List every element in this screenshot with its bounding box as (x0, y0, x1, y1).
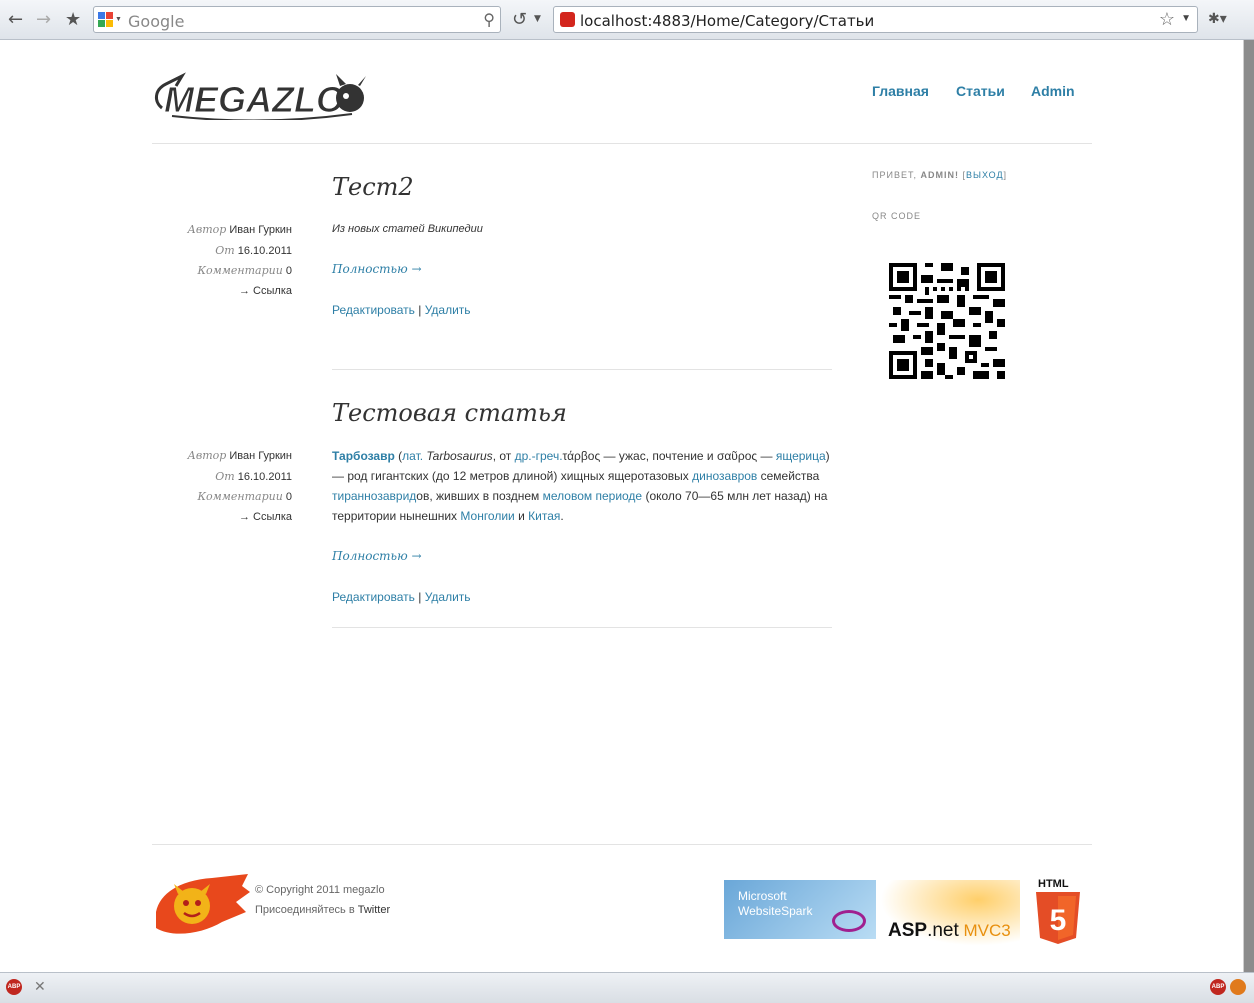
url-text: localhost:4883/Home/Category/Статьи (580, 12, 875, 30)
post-comments: Комментарии 0 (197, 490, 292, 503)
post-body: Тарбозавр (лат. Tarbosaurus, от др.-греч… (332, 449, 830, 523)
address-bar[interactable]: localhost:4883/Home/Category/Статьи ☆ ▼ (553, 6, 1198, 33)
post-excerpt: Из новых статей Википедии (332, 223, 483, 235)
read-more-link[interactable]: Полностью → (332, 549, 422, 563)
websitespark-badge[interactable]: Microsoft WebsiteSpark (724, 880, 876, 939)
post-actions: Редактировать | Удалить (332, 303, 471, 317)
star-icon[interactable]: ☆ (1159, 9, 1175, 30)
adblock-icon[interactable]: ABP (1210, 979, 1226, 995)
post-date: От 16.10.2011 (215, 244, 292, 257)
forward-arrow-icon[interactable]: → (36, 9, 51, 30)
engine-caret-icon[interactable]: ▼ (115, 16, 122, 23)
search-input[interactable]: ▼ Google ⚲ (93, 6, 501, 33)
post-divider (332, 369, 832, 370)
search-placeholder: Google (128, 12, 185, 31)
post-permalink[interactable]: → Ссылка (152, 511, 292, 523)
history-caret-icon[interactable]: ▼ (534, 14, 541, 24)
copyright-text: © Copyright 2011 megazlo (255, 884, 385, 896)
nav-articles[interactable]: Статьи (956, 83, 1005, 99)
menu-icon[interactable]: ✱▾ (1208, 11, 1227, 27)
post-title[interactable]: Тест2 (332, 173, 414, 201)
reload-icon[interactable]: ↺ (512, 9, 527, 30)
close-icon[interactable]: ✕ (34, 978, 46, 995)
greeting: ПРИВЕТ, ADMIN! [ВЫХОД] (872, 170, 1008, 180)
post-comments: Комментарии 0 (197, 264, 292, 277)
post-date: От 16.10.2011 (215, 470, 292, 483)
qr-heading: QR CODE (872, 211, 922, 221)
read-more-link[interactable]: Полностью → (332, 262, 422, 276)
qr-code-image (889, 263, 1005, 379)
browser-statusbar: ABP ✕ ABP (0, 972, 1254, 1003)
delete-link[interactable]: Удалить (425, 590, 471, 604)
bookmark-star-icon[interactable]: ★ (65, 9, 81, 30)
footer-mascot-logo (156, 874, 250, 934)
edit-link[interactable]: Редактировать (332, 590, 415, 604)
browser-toolbar: ← → ★ ▼ Google ⚲ ↺ ▼ localhost:4883/Home… (0, 0, 1254, 40)
search-icon[interactable]: ⚲ (483, 10, 495, 30)
nav-home[interactable]: Главная (872, 83, 929, 99)
edit-link[interactable]: Редактировать (332, 303, 415, 317)
html5-shield-icon: 5 (1036, 892, 1080, 944)
post-author: Автор Иван Гуркин (187, 223, 292, 236)
twitter-link[interactable]: Twitter (358, 904, 390, 916)
logout-link[interactable]: ВЫХОД (966, 170, 1004, 180)
footer-divider (152, 844, 1092, 845)
extension-icon[interactable] (1230, 979, 1246, 995)
swirl-icon (832, 910, 866, 932)
scrollbar[interactable] (1244, 40, 1254, 972)
html5-badge[interactable]: HTML 5 (1034, 878, 1084, 946)
site-logo[interactable]: MEGAZLO (152, 68, 370, 120)
adblock-icon[interactable]: ABP (6, 979, 22, 995)
post-title[interactable]: Тестовая статья (332, 399, 567, 427)
post-permalink[interactable]: → Ссылка (152, 285, 292, 297)
join-text: Присоединяйтесь в Twitter (255, 904, 391, 916)
nav-admin[interactable]: Admin (1031, 83, 1075, 99)
url-caret-icon[interactable]: ▼ (1181, 13, 1191, 24)
back-arrow-icon[interactable]: ← (8, 9, 23, 30)
post-divider (332, 627, 832, 628)
header-divider (152, 143, 1092, 144)
logo-text: MEGAZLO (164, 79, 344, 120)
svg-text:5: 5 (1050, 904, 1067, 937)
post-actions: Редактировать | Удалить (332, 590, 471, 604)
post-author: Автор Иван Гуркин (187, 449, 292, 462)
aspnet-mvc3-badge[interactable]: ASP.net MVC3 (880, 880, 1020, 946)
site-favicon-icon (560, 12, 575, 27)
google-icon (98, 12, 114, 28)
delete-link[interactable]: Удалить (425, 303, 471, 317)
